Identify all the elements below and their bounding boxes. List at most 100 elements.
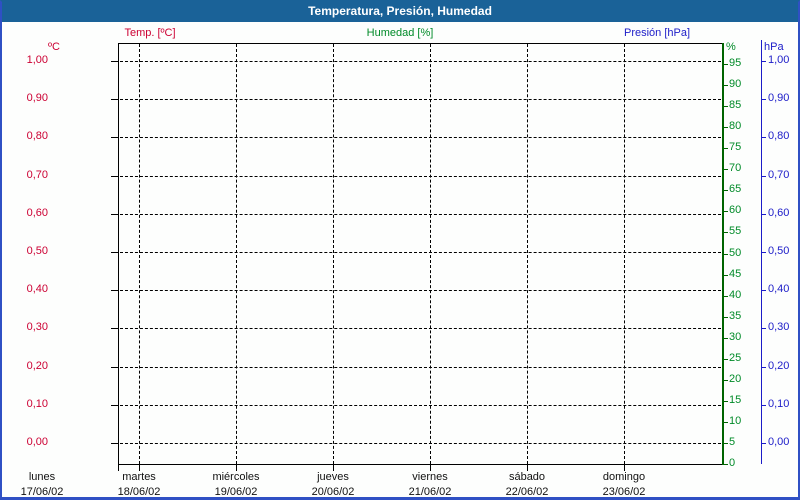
humidity-axis-label: 90 [729, 78, 742, 90]
left-axis-tick [111, 252, 118, 253]
humidity-axis-tick [724, 296, 728, 297]
v-gridline [527, 44, 528, 464]
left-axis-tick [111, 61, 118, 62]
pressure-axis-label: 0,80 [768, 130, 790, 142]
x-axis-day-date: 20/06/02 [311, 486, 355, 498]
pressure-axis-line [761, 40, 762, 464]
humidity-axis-label: 40 [729, 289, 742, 301]
humidity-axis-tick [724, 422, 728, 423]
humidity-axis-tick [724, 338, 728, 339]
x-axis-day-name: martes [122, 471, 156, 483]
left-axis-label: 0,30 [26, 321, 48, 333]
pressure-axis-label: 0,90 [768, 92, 790, 104]
legend-item-1: Humedad [%] [366, 27, 434, 39]
humidity-axis-tick [724, 169, 728, 170]
x-axis-day-date: 23/06/02 [602, 486, 646, 498]
pressure-axis-label: 0,60 [768, 207, 790, 219]
left-axis-tick [111, 214, 118, 215]
left-axis-label: 0,50 [26, 245, 48, 257]
h-gridline [120, 61, 721, 62]
humidity-axis-tick [724, 64, 728, 65]
h-gridline [120, 176, 721, 177]
humidity-axis-label: 0 [729, 457, 736, 469]
humidity-axis-tick [724, 380, 728, 381]
plot-left-border [118, 43, 119, 464]
humidity-axis-tick [724, 359, 728, 360]
humidity-axis-tick [724, 443, 728, 444]
humidity-axis-tick [724, 85, 728, 86]
x-axis-day-date: 18/06/02 [117, 486, 161, 498]
humidity-axis-label: 60 [729, 204, 742, 216]
pressure-axis-label: 1,00 [768, 54, 790, 66]
humidity-axis-tick [724, 232, 728, 233]
left-axis-unit: ºC [48, 41, 60, 53]
left-axis-label: 1,00 [26, 54, 48, 66]
left-axis-tick [111, 99, 118, 100]
humidity-axis-tick [724, 254, 728, 255]
left-axis-tick [111, 290, 118, 291]
left-axis-label: 0,20 [26, 360, 48, 372]
x-axis-day-name: sábado [508, 471, 546, 483]
humidity-axis-label: 20 [729, 373, 742, 385]
x-axis-day-name: jueves [317, 471, 349, 483]
left-axis-tick [111, 176, 118, 177]
left-axis-label: 0,70 [26, 169, 48, 181]
humidity-axis-label: 85 [729, 99, 742, 111]
humidity-axis-label: 35 [729, 310, 742, 322]
humidity-axis-tick [724, 275, 728, 276]
v-gridline [624, 44, 625, 464]
pressure-axis-label: 0,00 [768, 436, 790, 448]
h-gridline [120, 443, 721, 444]
pressure-axis-unit: hPa [764, 41, 784, 53]
humidity-axis-tick [724, 211, 728, 212]
x-axis-day-date: 19/06/02 [214, 486, 258, 498]
humidity-axis-label: 10 [729, 415, 742, 427]
left-axis-label: 0,00 [26, 436, 48, 448]
h-gridline [120, 405, 721, 406]
left-axis-label: 0,40 [26, 283, 48, 295]
left-axis-tick [111, 443, 118, 444]
h-gridline [120, 290, 721, 291]
humidity-axis-label: 15 [729, 394, 742, 406]
humidity-axis-tick [724, 148, 728, 149]
x-axis-day-name: miércoles [212, 471, 260, 483]
x-axis-day-name: lunes [28, 471, 56, 483]
humidity-axis-label: 25 [729, 352, 742, 364]
h-gridline [120, 328, 721, 329]
legend-item-2: Presión [hPa] [623, 27, 691, 39]
humidity-axis-unit: % [726, 41, 736, 53]
humidity-axis-label: 55 [729, 225, 742, 237]
pressure-axis-label: 0,70 [768, 169, 790, 181]
left-axis-tick [111, 405, 118, 406]
page-title: Temperatura, Presión, Humedad [2, 2, 798, 22]
pressure-axis-label: 0,40 [768, 283, 790, 295]
x-axis-day-name: viernes [412, 471, 448, 483]
v-gridline [139, 44, 140, 464]
humidity-axis-tick [724, 127, 728, 128]
humidity-axis-label: 70 [729, 162, 742, 174]
v-gridline [430, 44, 431, 464]
plot-bottom-border [118, 464, 723, 465]
humidity-axis-tick [724, 106, 728, 107]
humidity-axis-label: 30 [729, 331, 742, 343]
left-axis-tick [111, 367, 118, 368]
v-gridline [333, 44, 334, 464]
pressure-axis-label: 0,20 [768, 360, 790, 372]
left-axis-label: 0,10 [26, 398, 48, 410]
pressure-axis-label: 0,50 [768, 245, 790, 257]
x-axis-day-date: 17/06/02 [20, 486, 64, 498]
x-axis-day-date: 22/06/02 [505, 486, 549, 498]
humidity-axis-label: 95 [729, 57, 742, 69]
humidity-axis-label: 75 [729, 141, 742, 153]
left-axis-label: 0,60 [26, 207, 48, 219]
humidity-axis-tick [724, 464, 728, 465]
h-gridline [120, 99, 721, 100]
humidity-axis-tick [724, 401, 728, 402]
v-gridline [236, 44, 237, 464]
left-axis-label: 0,80 [26, 130, 48, 142]
h-gridline [120, 137, 721, 138]
humidity-axis-label: 65 [729, 183, 742, 195]
humidity-axis-label: 80 [729, 120, 742, 132]
h-gridline [120, 214, 721, 215]
plot-top-border [118, 43, 722, 44]
